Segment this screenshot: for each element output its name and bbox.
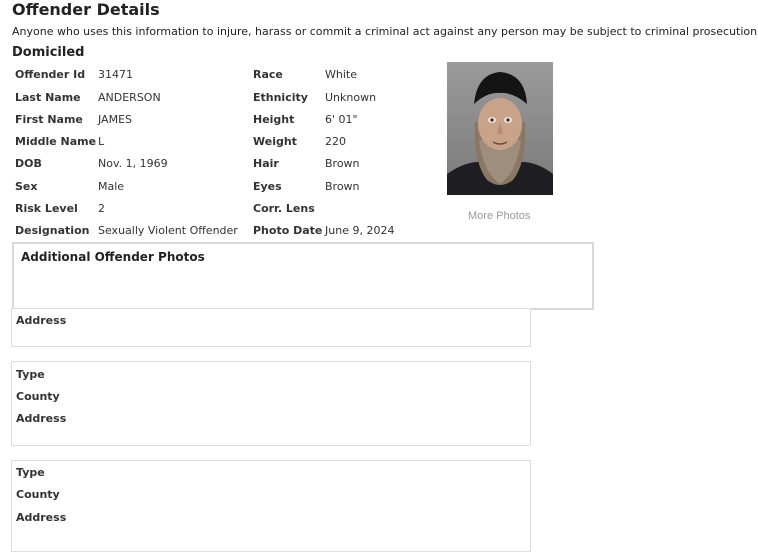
residence-status: Domiciled — [12, 45, 85, 60]
value-race: White — [325, 68, 357, 81]
address-block: Address — [11, 308, 531, 347]
label-sex: Sex — [15, 180, 38, 193]
label-address: Address — [16, 314, 67, 327]
label-hair: Hair — [253, 157, 279, 170]
label-designation: Designation — [15, 224, 90, 237]
value-first-name: JAMES — [98, 113, 132, 126]
label-dob: DOB — [15, 157, 42, 170]
label-first-name: First Name — [15, 113, 83, 126]
value-risk-level: 2 — [98, 202, 105, 215]
label-county: County — [16, 390, 60, 403]
additional-photos-title: Additional Offender Photos — [21, 250, 205, 264]
value-designation: Sexually Violent Offender — [98, 224, 238, 237]
label-address: Address — [16, 412, 67, 425]
page-title: Offender Details — [12, 0, 160, 19]
label-race: Race — [253, 68, 283, 81]
value-hair: Brown — [325, 157, 360, 170]
value-height: 6' 01" — [325, 113, 358, 126]
label-offender-id: Offender Id — [15, 68, 86, 81]
label-middle-name: Middle Name — [15, 135, 97, 148]
label-weight: Weight — [253, 135, 297, 148]
value-photo-date: June 9, 2024 — [325, 224, 395, 237]
label-corr-lens: Corr. Lens — [253, 202, 315, 215]
value-eyes: Brown — [325, 180, 360, 193]
label-eyes: Eyes — [253, 180, 282, 193]
address-block: Type County Address — [11, 361, 531, 446]
label-last-name: Last Name — [15, 91, 81, 104]
label-height: Height — [253, 113, 295, 126]
value-sex: Male — [98, 180, 125, 193]
value-dob: Nov. 1, 1969 — [98, 157, 168, 170]
label-photo-date: Photo Date — [253, 224, 323, 237]
label-risk-level: Risk Level — [15, 202, 78, 215]
mugshot-image — [447, 62, 553, 195]
value-middle-name: L — [98, 135, 105, 148]
label-type: Type — [16, 466, 45, 479]
value-ethnicity: Unknown — [325, 91, 377, 104]
address-block: Type County Address — [11, 460, 531, 552]
more-photos-link[interactable]: More Photos — [468, 210, 530, 222]
value-weight: 220 — [325, 135, 346, 148]
additional-photos-panel: Additional Offender Photos — [12, 242, 594, 310]
label-county: County — [16, 488, 60, 501]
label-type: Type — [16, 368, 45, 381]
label-address: Address — [16, 511, 67, 524]
legal-warning: Anyone who uses this information to inju… — [12, 25, 758, 38]
offender-photo[interactable] — [447, 62, 553, 195]
label-ethnicity: Ethnicity — [253, 91, 308, 104]
value-offender-id: 31471 — [98, 68, 133, 81]
value-last-name: ANDERSON — [98, 91, 161, 104]
